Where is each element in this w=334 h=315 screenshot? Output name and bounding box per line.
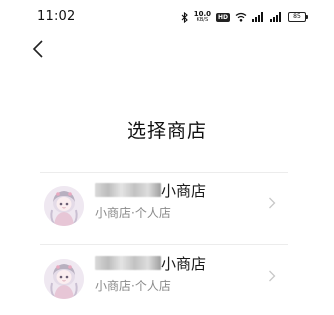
- store-list-item[interactable]: 小商店 小商店·个人店: [40, 180, 288, 242]
- status-icons: 10.0 KB/S HD 85: [181, 9, 308, 25]
- signal-icon-2: [270, 12, 281, 22]
- store-name: 小商店: [161, 255, 207, 273]
- status-time: 11:02: [37, 9, 76, 24]
- bluetooth-icon: [181, 11, 188, 23]
- network-speed: 10.0 KB/S: [194, 11, 211, 24]
- hd-badge: HD: [215, 12, 230, 22]
- store-name: 小商店: [161, 182, 207, 200]
- network-speed-unit: KB/S: [196, 17, 209, 23]
- status-bar: 11:02 10.0 KB/S HD 85: [0, 0, 334, 34]
- divider: [40, 172, 288, 173]
- redacted-store-prefix: [95, 183, 161, 197]
- store-avatar-image: [44, 186, 84, 226]
- wifi-icon: [235, 12, 247, 22]
- back-button[interactable]: [28, 38, 48, 60]
- store-avatar-image: [44, 259, 84, 299]
- chevron-right-icon: [269, 197, 276, 209]
- redacted-store-prefix: [95, 256, 161, 270]
- battery-indicator: 85: [288, 12, 308, 22]
- chevron-right-icon: [269, 270, 276, 282]
- store-list-item[interactable]: 小商店 小商店·个人店: [40, 253, 288, 315]
- store-avatar: [44, 186, 84, 226]
- chevron-left-icon: [32, 40, 43, 58]
- store-avatar: [44, 259, 84, 299]
- page-title: 选择商店: [126, 120, 207, 142]
- divider: [40, 244, 288, 245]
- store-type: 小商店·个人店: [95, 206, 171, 220]
- signal-icon: [252, 12, 263, 22]
- store-type: 小商店·个人店: [95, 279, 171, 293]
